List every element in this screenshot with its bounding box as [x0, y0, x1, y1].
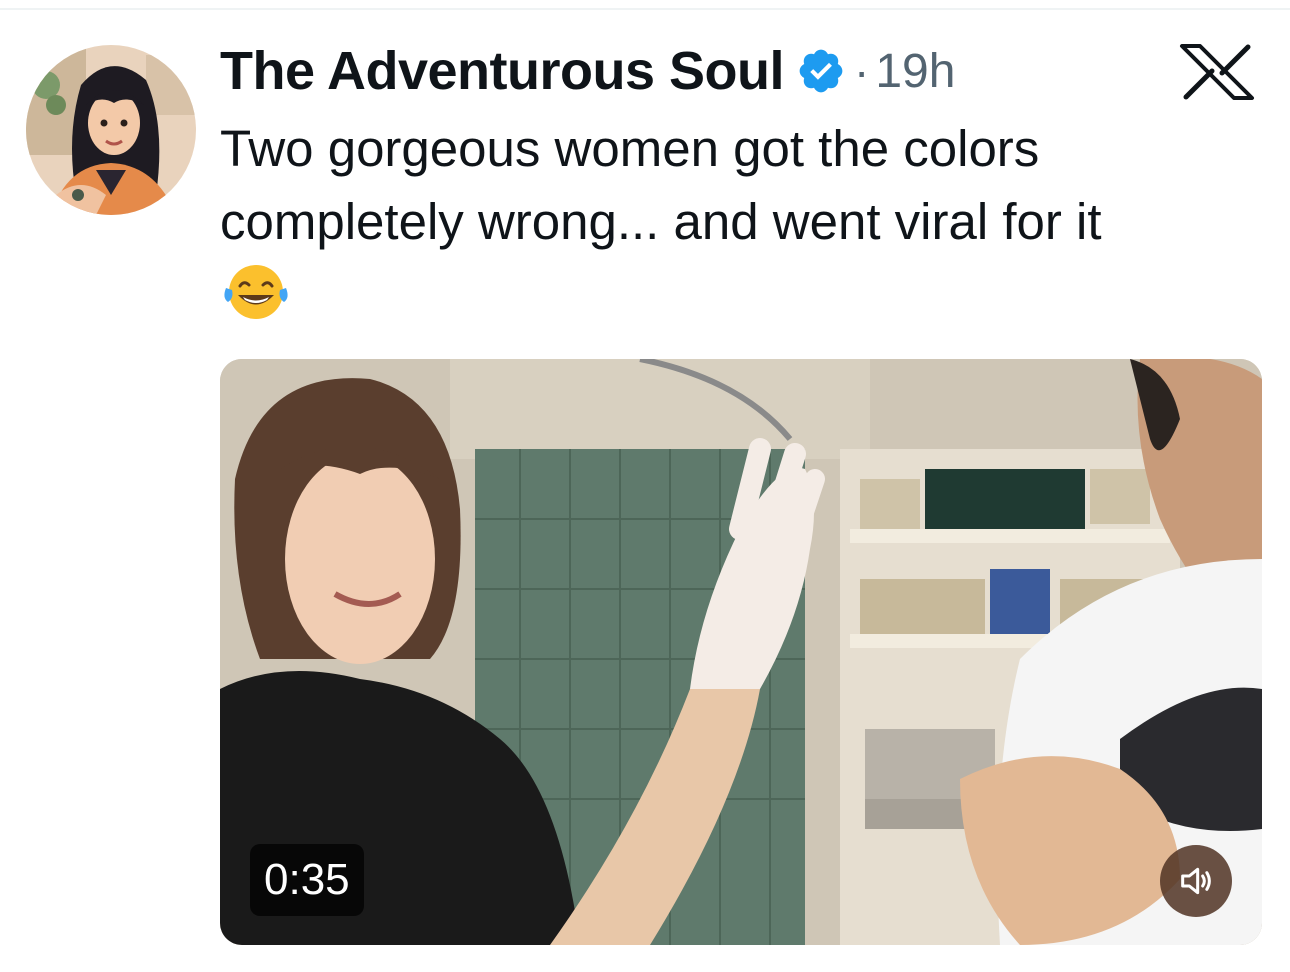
face-with-tears-of-joy-icon: [222, 262, 290, 322]
video-player[interactable]: 0:35: [220, 359, 1262, 945]
author-display-name[interactable]: The Adventurous Soul: [220, 40, 785, 102]
header-separator: ·: [854, 45, 870, 97]
tweet-text: Two gorgeous women got the colors comple…: [220, 120, 1102, 250]
verified-badge-icon: [796, 46, 846, 96]
video-frame: [220, 359, 1262, 945]
x-logo-icon[interactable]: [1178, 44, 1256, 100]
tweet-header: The Adventurous Soul · 19h: [220, 36, 955, 106]
tweet-timestamp[interactable]: 19h: [875, 44, 955, 99]
mute-toggle-button[interactable]: [1160, 845, 1232, 917]
video-duration-badge: 0:35: [250, 844, 364, 916]
author-avatar[interactable]: [26, 45, 196, 215]
top-divider: [0, 8, 1290, 10]
avatar-illustration: [26, 45, 196, 215]
speaker-icon: [1181, 867, 1211, 895]
